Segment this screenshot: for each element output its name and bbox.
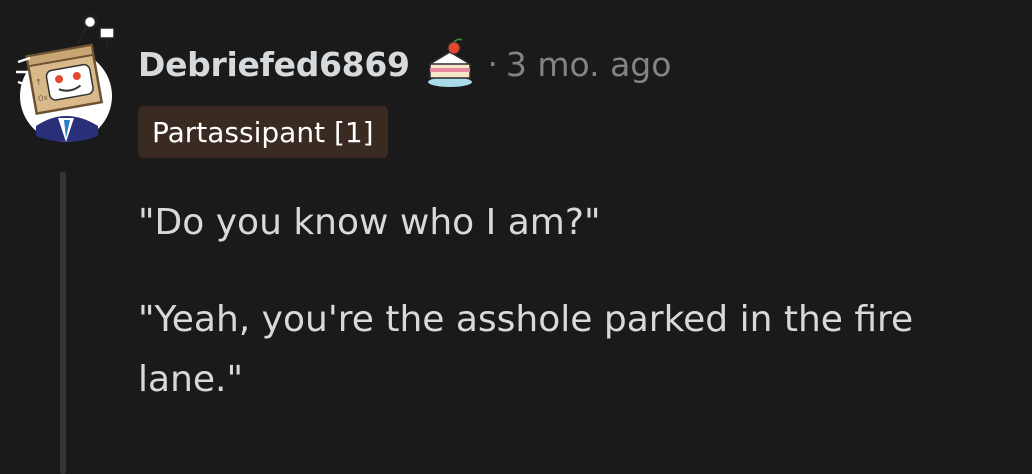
user-avatar[interactable]: ↑ Ox [14,14,118,148]
thread-collapse-line[interactable] [60,172,66,474]
cake-day-icon [424,38,476,90]
comment-header: Debriefed6869 · 3 mo. ago [138,36,671,92]
svg-text:Ox: Ox [37,93,48,103]
meta-separator: · [487,45,498,83]
author-username[interactable]: Debriefed6869 [138,45,410,84]
comment-timestamp[interactable]: 3 mo. ago [506,45,672,84]
comment-paragraph: "Yeah, you're the asshole parked in the … [138,299,914,400]
comment-paragraph: "Do you know who I am?" [138,202,601,243]
user-flair: Partassipant [1] [138,106,388,158]
comment-body: "Do you know who I am?" "Yeah, you're th… [138,193,1018,410]
